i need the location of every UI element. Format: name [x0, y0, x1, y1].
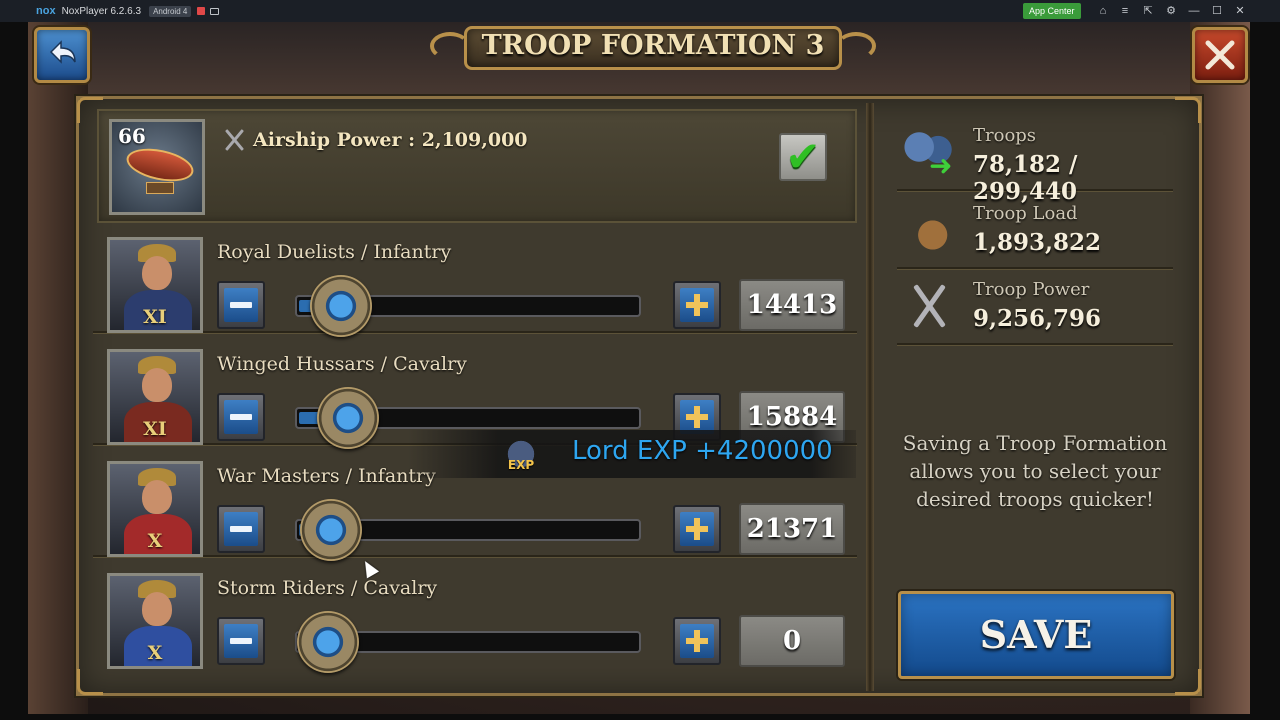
- troop-row-winged-hussars: XI Winged Hussars / Cavalry 15884: [93, 337, 857, 449]
- troop-quantity-field[interactable]: 21371: [739, 503, 845, 555]
- increase-button[interactable]: [673, 505, 721, 553]
- save-button[interactable]: SAVE: [898, 591, 1174, 679]
- slider-knob[interactable]: [310, 275, 372, 337]
- troop-tier: X: [147, 530, 163, 552]
- decrease-button[interactable]: [217, 281, 265, 329]
- menu-icon[interactable]: ≡: [1117, 3, 1133, 19]
- troop-name: War Masters / Infantry: [217, 465, 436, 487]
- airship-portrait[interactable]: 66: [109, 119, 205, 215]
- game-viewport: TROOP FORMATION 3 66 Airship Power : 2,1…: [28, 22, 1250, 714]
- slider-knob[interactable]: [317, 387, 379, 449]
- troop-name: Royal Duelists / Infantry: [217, 241, 452, 263]
- close-icon[interactable]: ✕: [1232, 3, 1248, 19]
- troop-portrait[interactable]: XI: [107, 237, 203, 333]
- airship-power-label: Airship Power : 2,109,000: [253, 129, 528, 151]
- troop-power-label: Troop Power: [973, 279, 1090, 300]
- minus-icon: [224, 624, 258, 658]
- android-version-badge: Android 4: [149, 5, 192, 17]
- face: [142, 368, 172, 402]
- troops-label: Troops: [973, 125, 1037, 146]
- minus-icon: [224, 400, 258, 434]
- troops-icon: [903, 127, 957, 182]
- hint-text: Saving a Troop Formation allows you to s…: [902, 431, 1168, 511]
- slider-knob[interactable]: [297, 611, 359, 673]
- plus-icon: [680, 624, 714, 658]
- exp-badge: EXP: [507, 458, 535, 472]
- formation-panel: 66 Airship Power : 2,109,000 ✔ XI Royal …: [76, 96, 1202, 696]
- plus-icon: [680, 512, 714, 546]
- screenshot-icon[interactable]: [210, 7, 220, 15]
- minus-icon: [224, 288, 258, 322]
- frame-ornament: [1175, 97, 1201, 123]
- close-x-icon: [1205, 40, 1235, 70]
- sack-icon: [903, 205, 957, 255]
- page-title: TROOP FORMATION 3: [481, 30, 825, 61]
- emulator-title: NoxPlayer 6.2.6.3: [61, 5, 142, 17]
- face: [142, 256, 172, 290]
- exp-toast: EXP Lord EXP +4200000: [408, 430, 856, 478]
- troop-power-stat: Troop Power 9,256,796: [897, 269, 1173, 345]
- airship-checkbox[interactable]: ✔: [779, 133, 827, 181]
- decrease-button[interactable]: [217, 505, 265, 553]
- save-label: SAVE: [979, 612, 1093, 657]
- close-button[interactable]: [1192, 27, 1248, 83]
- troop-tier: X: [147, 642, 163, 664]
- frame-ornament: [77, 669, 103, 695]
- troop-name: Storm Riders / Cavalry: [217, 577, 438, 599]
- airship-gondola: [146, 182, 174, 194]
- plus-icon: [680, 288, 714, 322]
- back-arrow-icon: [49, 40, 76, 64]
- pin-icon[interactable]: ⇱: [1140, 3, 1156, 19]
- crossed-swords-icon: [903, 281, 957, 331]
- maximize-icon[interactable]: ☐: [1209, 3, 1225, 19]
- minus-icon: [224, 512, 258, 546]
- app-center-button[interactable]: App Center: [1023, 3, 1081, 19]
- decrease-button[interactable]: [217, 617, 265, 665]
- airship-icon: [123, 143, 197, 187]
- frame-ornament: [1175, 669, 1201, 695]
- troop-load-label: Troop Load: [973, 203, 1078, 224]
- troop-quantity-field[interactable]: 0: [739, 615, 845, 667]
- troop-power-value: 9,256,796: [973, 305, 1102, 332]
- banner-scroll-right: [836, 32, 876, 60]
- troops-stat: Troops 78,182 / 299,440: [897, 115, 1173, 205]
- panel-divider: [866, 103, 874, 691]
- troop-portrait[interactable]: XI: [107, 349, 203, 445]
- gear-icon[interactable]: ⚙: [1163, 3, 1179, 19]
- troop-tier: XI: [143, 306, 167, 328]
- troop-row-storm-riders: X Storm Riders / Cavalry 0: [93, 561, 857, 673]
- troop-slider[interactable]: [295, 611, 641, 673]
- plus-icon: [680, 400, 714, 434]
- airship-level: 66: [118, 124, 146, 148]
- emulator-titlebar: nox NoxPlayer 6.2.6.3 Android 4 App Cent…: [0, 0, 1280, 22]
- troop-quantity-field[interactable]: 14413: [739, 279, 845, 331]
- minimize-icon[interactable]: —: [1186, 3, 1202, 19]
- increase-button[interactable]: [673, 617, 721, 665]
- face: [142, 480, 172, 514]
- back-button[interactable]: [34, 27, 90, 83]
- airship-power: Airship Power : 2,109,000: [221, 127, 528, 153]
- troop-portrait[interactable]: X: [107, 461, 203, 557]
- troop-load-value: 1,893,822: [973, 229, 1102, 256]
- decrease-button[interactable]: [217, 393, 265, 441]
- troop-portrait[interactable]: X: [107, 573, 203, 669]
- face: [142, 592, 172, 626]
- airship-panel: 66 Airship Power : 2,109,000 ✔: [97, 109, 857, 223]
- troop-name: Winged Hussars / Cavalry: [217, 353, 467, 375]
- troop-slider[interactable]: [295, 499, 641, 561]
- troop-row-royal-duelists: XI Royal Duelists / Infantry 14413: [93, 225, 857, 337]
- troop-load-stat: Troop Load 1,893,822: [897, 193, 1173, 269]
- checkmark-icon: ✔: [785, 132, 821, 181]
- title-banner: TROOP FORMATION 3: [428, 24, 878, 72]
- shirt-icon[interactable]: ⌂: [1095, 3, 1111, 19]
- troop-slider[interactable]: [295, 387, 641, 449]
- troop-slider[interactable]: [295, 275, 641, 337]
- crossed-swords-icon: [221, 127, 247, 153]
- slider-knob[interactable]: [300, 499, 362, 561]
- exp-toast-text: Lord EXP +4200000: [572, 436, 833, 466]
- troop-tier: XI: [143, 418, 167, 440]
- record-icon[interactable]: [197, 7, 206, 15]
- nox-logo: nox: [36, 5, 56, 17]
- increase-button[interactable]: [673, 281, 721, 329]
